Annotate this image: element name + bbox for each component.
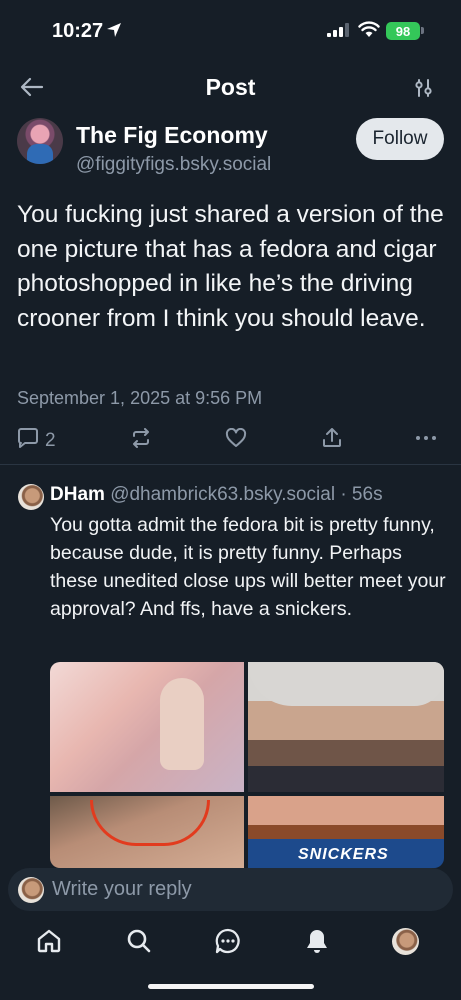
clock-time: 10:27 [52,20,104,42]
avatar [18,877,44,903]
page-title: Post [205,74,256,100]
post-actions: 2 [0,422,461,462]
location-arrow-icon [106,22,122,43]
author-handle[interactable]: @figgityfigs.bsky.social [76,154,271,176]
like-button[interactable] [225,427,247,454]
avatar[interactable] [17,118,63,164]
reply-input[interactable] [52,868,442,911]
more-options-button[interactable] [415,428,437,454]
battery-nub [421,27,424,34]
reply-composer[interactable] [8,868,453,911]
heart-icon [225,427,247,454]
author-display-name[interactable]: The Fig Economy [76,122,268,149]
follow-button[interactable]: Follow [356,118,444,160]
sliders-icon[interactable] [414,78,434,103]
home-icon[interactable] [36,928,62,959]
reply-count: 2 [45,430,56,451]
status-bar: 10:27 98 [0,0,461,62]
cellular-signal-icon [327,23,349,42]
battery-level: 98 [395,23,411,39]
reply-image-1[interactable] [50,662,244,792]
share-button[interactable] [321,428,343,454]
snickers-wrapper-text: SNICKERS [298,846,389,863]
speech-bubble-icon [17,428,39,454]
avatar[interactable] [392,928,419,955]
reply-button[interactable]: 2 [17,428,56,454]
chat-icon[interactable] [215,928,241,959]
post-text: You fucking just shared a version of the… [17,201,444,332]
share-icon [321,428,343,454]
post-timestamp: September 1, 2025 at 9:56 PM [17,388,263,408]
bell-icon[interactable] [304,928,330,959]
reply-image-4[interactable]: SNICKERS [248,796,444,868]
top-header: Post [0,62,461,112]
ellipsis-icon [415,428,437,454]
bottom-tab-bar [0,912,461,972]
avatar[interactable] [18,484,44,510]
reply-author-handle[interactable]: @dhambrick63.bsky.social [110,484,335,505]
repost-button[interactable] [130,428,152,454]
reply-image-3[interactable] [50,796,244,868]
reply-age: · 56s [340,484,383,505]
home-indicator [148,984,314,989]
reply-header: DHam @dhambrick63.bsky.social · 56s [50,484,383,506]
search-icon[interactable] [126,928,152,959]
repost-icon [130,428,152,454]
battery-indicator: 98 [386,22,420,40]
reply-author-name[interactable]: DHam [50,484,105,505]
image-grid: SNICKERS [50,662,444,868]
reply-image-2[interactable] [248,662,444,792]
reply-text: You gotta admit the fedora bit is pretty… [50,514,446,620]
divider [0,464,461,465]
wifi-icon [358,21,380,43]
